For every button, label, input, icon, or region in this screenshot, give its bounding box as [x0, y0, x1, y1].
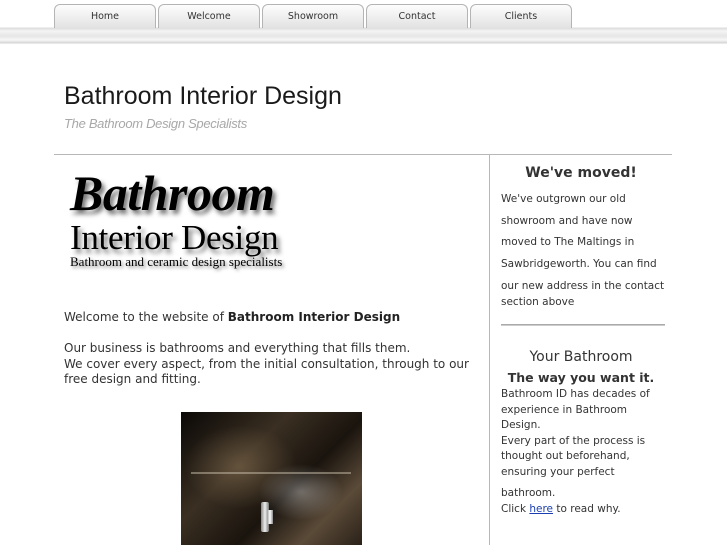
click-suffix: to read why.: [553, 503, 621, 515]
sidebar-divider: [501, 324, 665, 326]
intro-paragraph: Our business is bathrooms and everything…: [64, 341, 484, 388]
welcome-prefix: Welcome to the website of: [64, 310, 228, 324]
tab-welcome[interactable]: Welcome: [158, 4, 260, 28]
page-title: Bathroom Interior Design: [64, 82, 342, 110]
your-bathroom-heading: Your Bathroom: [529, 349, 633, 365]
logo-line-2: Interior Design: [70, 218, 279, 257]
your-bathroom-line-a: Bathroom ID has decades of experience in…: [501, 388, 650, 431]
intro-line-1: Our business is bathrooms and everything…: [64, 341, 411, 355]
tab-contact[interactable]: Contact: [366, 4, 468, 28]
read-why-line: Click here to read why.: [501, 502, 669, 518]
logo-line-1: Bathroom: [70, 165, 275, 221]
welcome-company-name: Bathroom Interior Design: [227, 310, 401, 324]
photo-shelf: [191, 472, 351, 474]
your-bathroom-line-c: bathroom.: [501, 487, 556, 499]
logo-tagline: Bathroom and ceramic design specialists: [70, 254, 283, 269]
your-bathroom-subheading: The way you want it.: [507, 370, 655, 385]
moved-text-body: We've outgrown our old showroom and have…: [501, 193, 657, 270]
moved-heading: We've moved!: [525, 165, 637, 181]
intro-line-2: We cover every aspect, from the initial …: [64, 356, 469, 387]
click-prefix: Click: [501, 503, 530, 515]
tab-clients[interactable]: Clients: [470, 4, 572, 28]
welcome-text: Welcome to the website of Bathroom Inter…: [64, 310, 484, 326]
header-divider: [54, 154, 672, 155]
your-bathroom-line-b: Every part of the process is thought out…: [501, 434, 646, 478]
your-bathroom-text: Bathroom ID has decades of experience in…: [501, 387, 669, 518]
tab-home[interactable]: Home: [54, 4, 156, 28]
moved-text-address: our new address in the contact section a…: [501, 280, 665, 308]
moved-text: We've outgrown our old showroom and have…: [501, 189, 669, 310]
tab-showroom[interactable]: Showroom: [262, 4, 364, 28]
bathroom-photo: [181, 412, 362, 545]
read-why-link[interactable]: here: [529, 503, 553, 515]
nav-bar: Home Welcome Showroom Contact Clients: [0, 0, 727, 44]
logo: Bathroom Interior Design Bathroom and ce…: [64, 165, 344, 275]
page-subtitle: The Bathroom Design Specialists: [64, 116, 247, 131]
nav-tabs: Home Welcome Showroom Contact Clients: [54, 4, 572, 28]
photo-tap-spout: [267, 510, 273, 524]
